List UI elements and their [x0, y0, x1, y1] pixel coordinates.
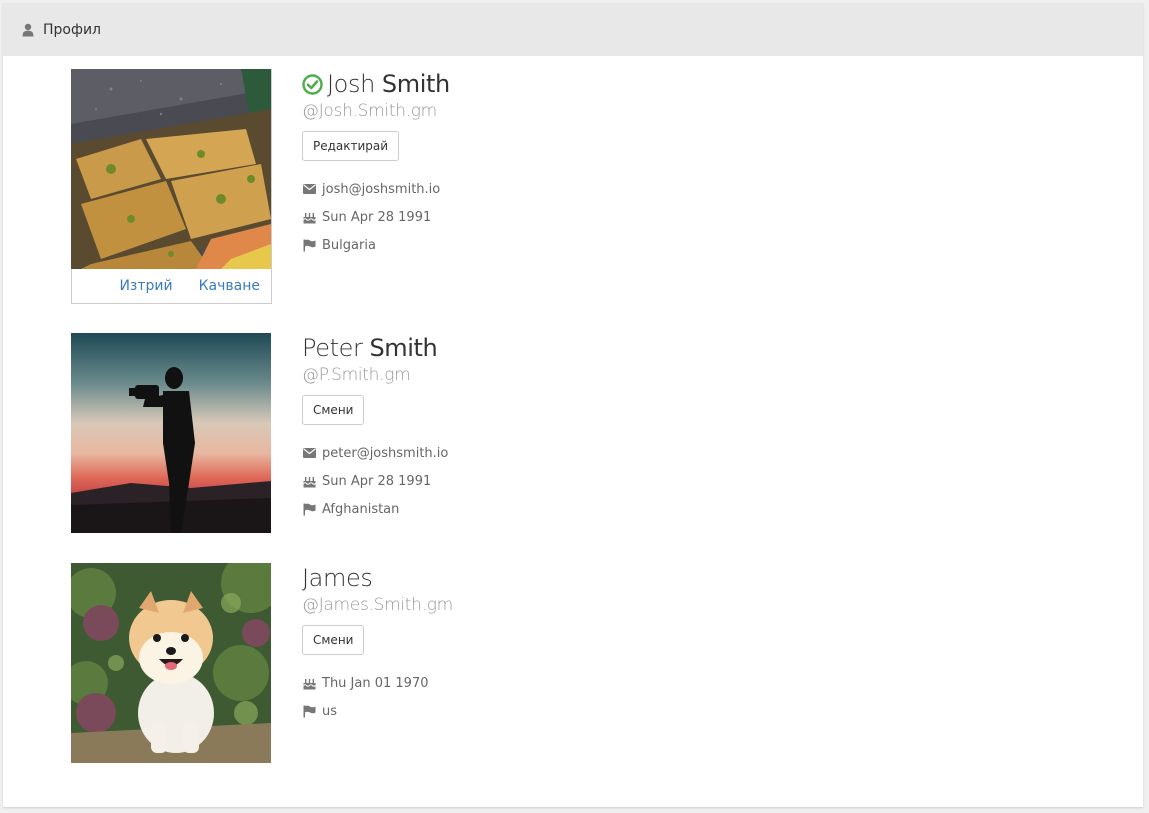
profile-info: James @James.Smith.gm Смени Thu Jan 01 1… — [302, 563, 453, 725]
edit-button[interactable]: Редактирай — [302, 131, 400, 161]
birthday-row: Sun Apr 28 1991 — [302, 203, 450, 231]
country-text: Bulgaria — [322, 237, 376, 253]
profile-details: josh@joshsmith.io Sun Apr 28 1991 Bulgar… — [302, 175, 450, 259]
photo-actions: Изтрий Качване — [71, 269, 272, 303]
birthday-text: Sun Apr 28 1991 — [322, 209, 432, 225]
panel-title: Профил — [43, 21, 101, 38]
profile-handle: @James.Smith.gm — [302, 595, 453, 615]
birthday-text: Sun Apr 28 1991 — [322, 473, 432, 489]
email-text: josh@joshsmith.io — [322, 181, 441, 197]
last-name: Smith — [369, 334, 438, 362]
profile-name: Peter Smith — [302, 333, 448, 363]
flag-icon — [302, 704, 316, 718]
profile-details: peter@joshsmith.io Sun Apr 28 1991 Afgha… — [302, 439, 448, 523]
profile-photo — [71, 333, 271, 533]
profile-info: Josh Smith @Josh.Smith.gm Редактирай jos… — [302, 69, 450, 259]
country-row: Bulgaria — [302, 231, 450, 259]
country-text: us — [322, 703, 338, 719]
profile-handle: @P.Smith.gm — [302, 365, 411, 385]
user-icon — [22, 23, 34, 37]
delete-photo-link[interactable]: Изтрий — [119, 278, 172, 294]
upload-photo-link[interactable]: Качване — [199, 278, 260, 294]
check-circle-icon — [302, 73, 323, 95]
change-button[interactable]: Смени — [302, 625, 365, 655]
profile-name: James — [302, 563, 453, 593]
profile-details: Thu Jan 01 1970 us — [302, 669, 453, 725]
birthday-cake-icon — [302, 474, 316, 488]
birthday-cake-icon — [302, 210, 316, 224]
birthday-row: Sun Apr 28 1991 — [302, 467, 448, 495]
country-row: us — [302, 697, 453, 725]
envelope-icon — [302, 446, 316, 460]
birthday-cake-icon — [302, 676, 316, 690]
first-name: Peter — [302, 334, 363, 362]
profile-photo — [71, 563, 271, 763]
flag-icon — [302, 238, 316, 252]
profile-photo — [71, 69, 271, 269]
panel-header: Профил — [3, 3, 1143, 56]
last-name: Smith — [381, 70, 450, 98]
email-row: josh@joshsmith.io — [302, 175, 450, 203]
birthday-text: Thu Jan 01 1970 — [322, 675, 429, 691]
first-name: Josh — [327, 70, 375, 98]
first-name: James — [302, 564, 373, 592]
email-text: peter@joshsmith.io — [322, 445, 449, 461]
profile-info: Peter Smith @P.Smith.gm Смени peter@josh… — [302, 333, 448, 523]
profile-handle: @Josh.Smith.gm — [302, 101, 437, 121]
birthday-row: Thu Jan 01 1970 — [302, 669, 453, 697]
change-button[interactable]: Смени — [302, 395, 365, 425]
country-row: Afghanistan — [302, 495, 448, 523]
email-row: peter@joshsmith.io — [302, 439, 448, 467]
flag-icon — [302, 502, 316, 516]
country-text: Afghanistan — [322, 501, 400, 517]
envelope-icon — [302, 182, 316, 196]
profile-panel: Профил Изтрий Качване Josh Smith @Josh.S… — [3, 3, 1143, 807]
profile-name: Josh Smith — [302, 69, 450, 99]
